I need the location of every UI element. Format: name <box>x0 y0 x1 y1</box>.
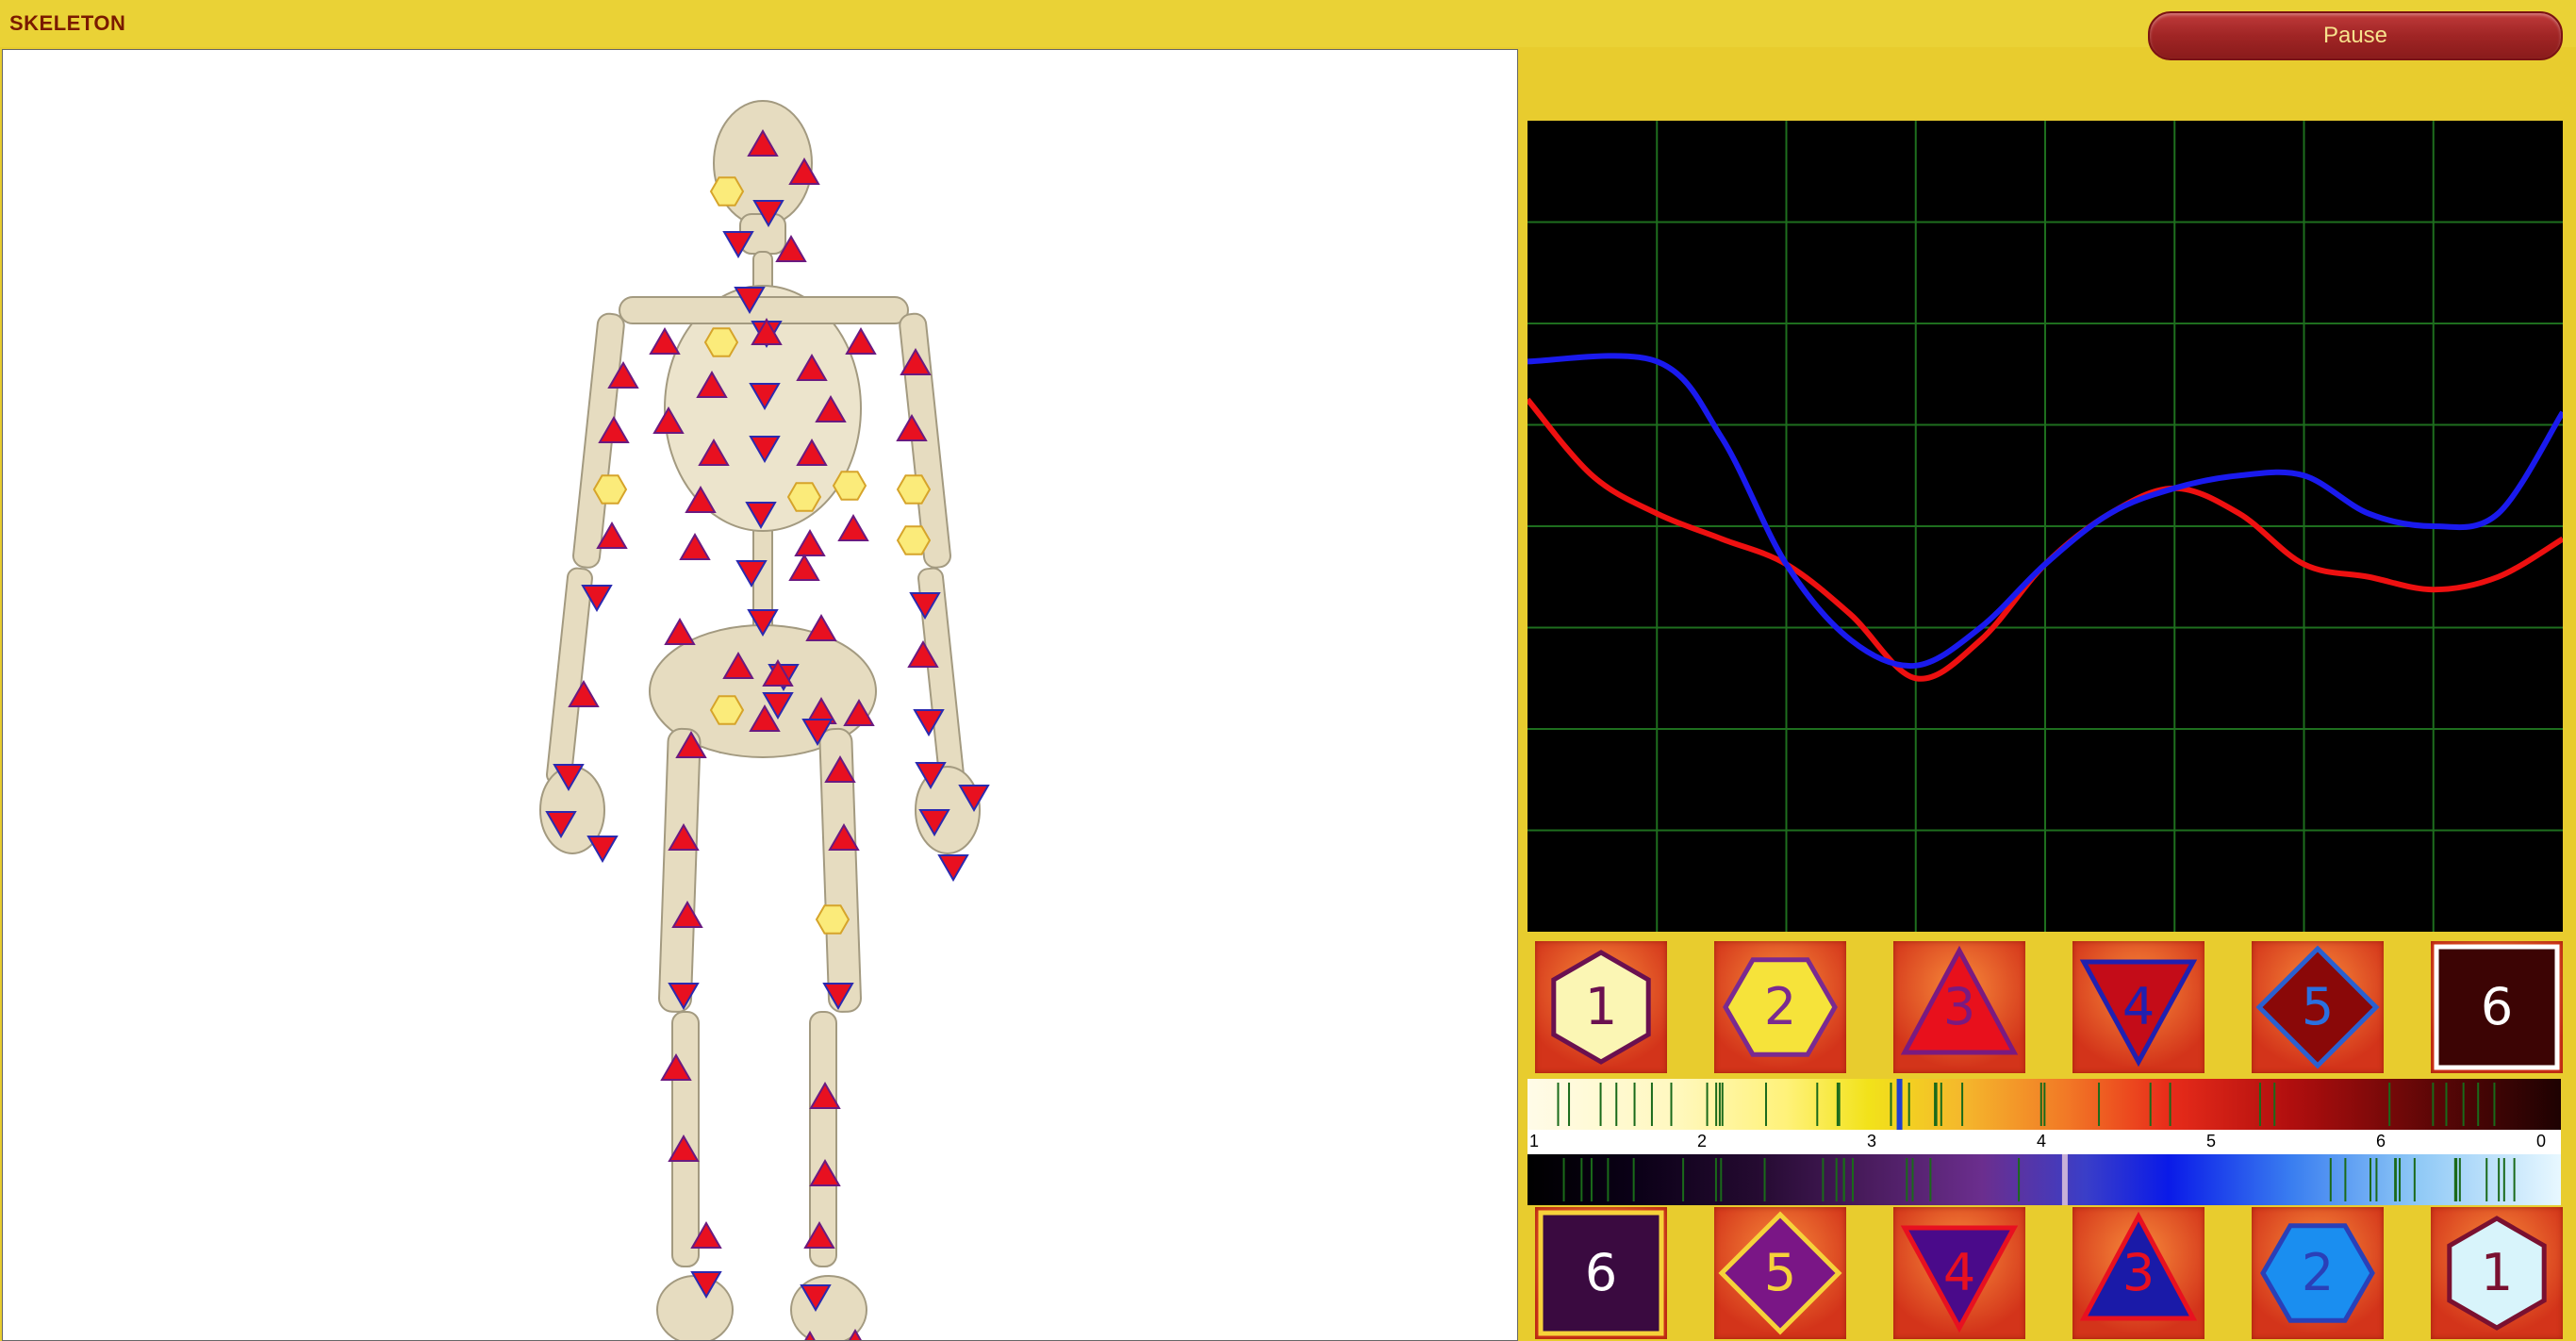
clavicles <box>619 296 909 324</box>
triangle-up-point-marker[interactable] <box>788 553 820 581</box>
triangle-up-point-marker[interactable] <box>794 528 826 556</box>
skeleton-diagram <box>539 100 990 1340</box>
scale-tick-label: 6 <box>2376 1132 2386 1151</box>
diamond-icon <box>2255 945 2380 1069</box>
hexagon-point-marker[interactable] <box>786 482 822 512</box>
hexagon-icon <box>1551 950 1651 1065</box>
triangle-up-point-marker[interactable] <box>805 613 837 641</box>
triangle-up-point-marker[interactable] <box>837 513 869 541</box>
triangle-up-icon <box>1900 945 2019 1055</box>
scale-tick-label: 3 <box>1867 1132 1877 1151</box>
app-title: SKELETON <box>9 11 126 35</box>
top-level-tile-2[interactable]: 2 <box>1714 941 1846 1073</box>
skeleton-view <box>2 49 1518 1341</box>
square-icon <box>2434 944 2560 1070</box>
top-level-tile-1[interactable]: 1 <box>1535 941 1667 1073</box>
hexagon-point-marker[interactable] <box>815 904 850 935</box>
bottom-level-tile-3[interactable]: 3 <box>2072 1207 2204 1339</box>
scale-tick-label: 4 <box>2037 1132 2047 1151</box>
scale-ticks: 1 2 3 4 5 6 0 <box>1527 1130 2561 1154</box>
scale-marker <box>2061 1154 2068 1205</box>
hexagon-point-marker[interactable] <box>709 695 745 725</box>
triangle-down-icon <box>1900 1225 2019 1333</box>
bottom-level-tile-1[interactable]: 1 <box>2431 1207 2563 1339</box>
hexagon-icon <box>2447 1216 2547 1331</box>
bottom-level-tile-2[interactable]: 2 <box>2252 1207 2384 1339</box>
cool-scale-bar <box>1527 1154 2561 1205</box>
triangle-up-point-marker[interactable] <box>664 617 696 645</box>
hexagon-point-marker[interactable] <box>832 471 867 501</box>
triangle-up-point-marker[interactable] <box>845 326 877 355</box>
left-femur <box>658 727 702 1013</box>
chart-svg <box>1527 121 2563 932</box>
top-level-tile-6[interactable]: 6 <box>2431 941 2563 1073</box>
scale-tick-label: 5 <box>2206 1132 2217 1151</box>
warm-scale-bar <box>1527 1079 2561 1130</box>
left-forearm <box>546 567 593 786</box>
diamond-icon <box>1718 1211 1842 1335</box>
scale-marker <box>1896 1079 1903 1130</box>
bottom-level-tile-5[interactable]: 5 <box>1714 1207 1846 1339</box>
hexagon-icon <box>2260 1223 2375 1323</box>
triangle-up-icon <box>2079 1211 2198 1321</box>
top-level-tile-3[interactable]: 3 <box>1893 941 2025 1073</box>
triangle-up-point-marker[interactable] <box>679 532 711 560</box>
scale-tick-label: 2 <box>1697 1132 1708 1151</box>
hexagon-point-marker[interactable] <box>896 474 932 505</box>
hexagon-point-marker[interactable] <box>592 474 628 505</box>
scale-tick-label: 1 <box>1529 1132 1540 1151</box>
line-chart <box>1527 121 2563 932</box>
pause-button[interactable]: Pause <box>2148 11 2563 60</box>
top-level-tile-4[interactable]: 4 <box>2072 941 2204 1073</box>
square-icon <box>1538 1210 1664 1336</box>
bottom-level-tile-6[interactable]: 6 <box>1535 1207 1667 1339</box>
top-level-tile-5[interactable]: 5 <box>2252 941 2384 1073</box>
hexagon-point-marker[interactable] <box>703 327 739 357</box>
hexagon-icon <box>1723 957 1838 1057</box>
scale-tick-label: 0 <box>2536 1132 2547 1151</box>
top-bar: SKELETON Pause <box>0 0 2576 60</box>
hexagon-point-marker[interactable] <box>896 525 932 555</box>
bottom-level-tile-4[interactable]: 4 <box>1893 1207 2025 1339</box>
triangle-down-point-marker[interactable] <box>937 854 969 883</box>
triangle-down-icon <box>2079 959 2198 1068</box>
left-foot <box>656 1275 734 1340</box>
triangle-up-point-marker[interactable] <box>649 326 681 355</box>
hexagon-point-marker[interactable] <box>709 176 745 207</box>
triangle-down-point-marker[interactable] <box>586 836 619 864</box>
